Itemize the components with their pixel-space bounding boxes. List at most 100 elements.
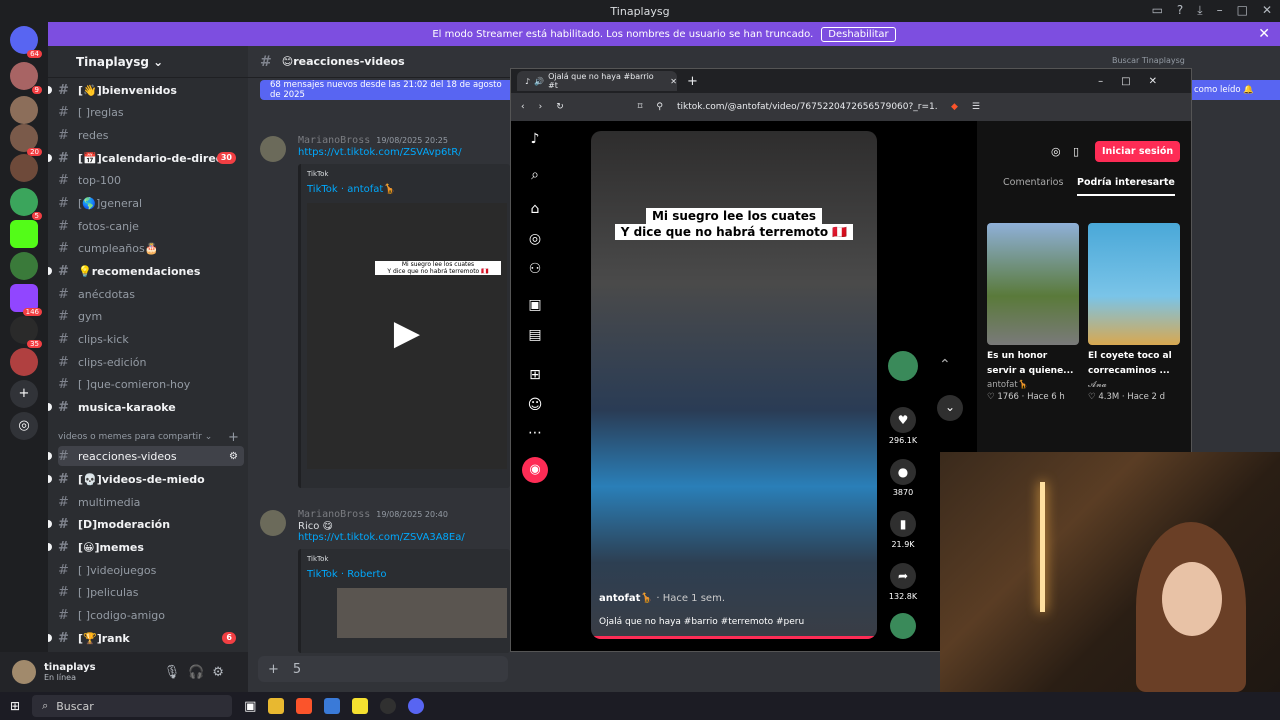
server-icon[interactable] xyxy=(10,96,38,124)
search-input[interactable]: Buscar Tinaplaysg xyxy=(1112,56,1185,65)
maximize-button[interactable]: □ xyxy=(1237,3,1248,18)
twitch-server-icon[interactable]: 146 xyxy=(10,284,42,316)
browser-tab[interactable]: ♪ 🔊 Ojalá que no haya #barrio #t ✕ xyxy=(517,71,677,91)
related-video-card[interactable]: Es un honor servir a quiene... antofat🦒 … xyxy=(987,223,1079,402)
get-app-icon[interactable]: ◉ xyxy=(522,457,548,483)
home-server-icon[interactable]: 64 xyxy=(10,26,42,58)
speaker-icon[interactable]: 🔊 xyxy=(534,77,544,86)
kick-server-icon[interactable] xyxy=(10,220,38,248)
inbox-icon[interactable]: ▭ xyxy=(1152,3,1163,18)
channel-item[interactable]: # [ ]videojuegos xyxy=(58,560,244,580)
window-controls[interactable]: –□✕ xyxy=(1098,76,1175,87)
music-disc[interactable] xyxy=(881,613,925,642)
video-author[interactable]: antofat🦒 · Hace 1 sem. xyxy=(599,593,725,604)
channel-item[interactable]: # musica-karaoke xyxy=(48,397,244,417)
brave-shield-icon[interactable]: ◆ xyxy=(951,102,958,112)
channel-item[interactable]: # cumpleaños🎂 xyxy=(58,238,244,258)
channel-item[interactable]: # top-100 xyxy=(58,170,244,190)
add-channel-icon[interactable]: + xyxy=(228,430,239,445)
creator-avatar[interactable] xyxy=(881,351,925,384)
related-author[interactable]: 𝓐𝓷𝓪 xyxy=(1088,380,1180,390)
close-tab-icon[interactable]: ✕ xyxy=(670,77,677,86)
channel-item[interactable]: # [D]moderación xyxy=(48,514,244,534)
explore-icon[interactable]: ◎ xyxy=(525,231,545,251)
login-button[interactable]: Iniciar sesión xyxy=(1095,141,1181,162)
message-author[interactable]: MarianoBross xyxy=(298,509,370,520)
tab-related[interactable]: Podría interesarte xyxy=(1077,177,1175,196)
back-icon[interactable]: ‹ xyxy=(521,102,525,112)
save-button[interactable]: ▮ 21.9K xyxy=(881,511,925,549)
close-button[interactable]: ✕ xyxy=(1262,3,1272,18)
server-icon[interactable]: 35 xyxy=(10,316,42,348)
task-view-icon[interactable]: ▣ xyxy=(244,699,256,714)
taskbar-search[interactable]: ⌕ Buscar xyxy=(32,695,233,717)
channel-item[interactable]: # [ ]peliculas xyxy=(58,582,244,602)
gear-icon[interactable]: ⚙ xyxy=(212,665,224,680)
extensions-icon[interactable]: ☰ xyxy=(972,102,980,112)
avatar[interactable] xyxy=(12,660,36,684)
windows-start-icon[interactable]: ⊞ xyxy=(10,699,20,713)
like-button[interactable]: ♥ 296.1K xyxy=(881,407,925,445)
category-header[interactable]: videos o memes para compartir ⌄ xyxy=(58,432,212,442)
message-link[interactable]: https://vt.tiktok.com/ZSVA3A8Ea/ xyxy=(298,532,510,543)
sticky-notes-icon[interactable] xyxy=(352,698,369,714)
channel-item[interactable]: # [🌎]general xyxy=(58,193,244,213)
channel-item[interactable]: # 💡recomendaciones xyxy=(48,261,244,281)
tab-comments[interactable]: Comentarios xyxy=(1003,177,1063,188)
message-input[interactable]: + 5 xyxy=(258,656,508,682)
search-icon[interactable]: ⌕ xyxy=(525,167,545,187)
channel-item[interactable]: # [😀]memes xyxy=(48,537,244,557)
bookmark-icon[interactable]: ⌑ xyxy=(638,102,643,112)
channel-item[interactable]: # [ ]reglas xyxy=(58,102,244,122)
discord-icon[interactable] xyxy=(408,698,425,714)
progress-bar[interactable] xyxy=(591,636,877,639)
download-icon[interactable]: ⤓ xyxy=(1197,3,1202,18)
channel-item[interactable]: # redes xyxy=(58,125,244,145)
minimize-button[interactable]: – xyxy=(1217,3,1223,18)
reload-icon[interactable]: ↻ xyxy=(556,102,564,112)
site-info-icon[interactable]: ⚲ xyxy=(656,102,663,112)
channel-item[interactable]: # [ ]que-comieron-hoy xyxy=(58,374,244,394)
chevron-down-icon[interactable]: ⌄ xyxy=(937,395,963,421)
channel-item[interactable]: # [📅]calendario-de-directo 30 xyxy=(48,148,244,168)
help-icon[interactable]: ? xyxy=(1177,3,1183,18)
tiktok-logo-icon[interactable]: ♪ xyxy=(525,131,545,151)
close-icon[interactable]: ✕ xyxy=(1258,26,1270,42)
mark-read-button[interactable]: como leído 🔔 xyxy=(1192,80,1280,100)
compass-icon[interactable]: ◎ xyxy=(1051,145,1061,158)
server-icon[interactable] xyxy=(10,252,38,280)
message-author[interactable]: MarianoBross xyxy=(298,135,370,146)
embed-title[interactable]: TikTok · antofat🦒 xyxy=(307,184,504,195)
app-icon[interactable] xyxy=(324,698,341,714)
following-icon[interactable]: ⚇ xyxy=(525,261,545,281)
server-name[interactable]: Tinaplaysg ⌄ xyxy=(48,46,248,78)
settings-icon[interactable]: ⚙ xyxy=(229,451,238,462)
embed-video-thumbnail[interactable]: Mi suegro lee los cuates Y dice que no ha… xyxy=(307,203,507,469)
server-icon[interactable] xyxy=(10,348,38,376)
related-video-card[interactable]: El coyete toco al correcaminos ... 𝓐𝓷𝓪 ♡… xyxy=(1088,223,1180,402)
channel-item[interactable]: # [ ]codigo-amigo xyxy=(58,605,244,625)
profile-icon[interactable]: ☺ xyxy=(525,397,545,417)
phone-icon[interactable]: ▯ xyxy=(1073,145,1079,158)
discover-icon[interactable]: ◎ xyxy=(10,412,38,440)
server-icon[interactable]: 20 xyxy=(10,124,42,156)
video-player[interactable]: Mi suegro lee los cuates Y dice que no h… xyxy=(591,131,877,639)
channel-item[interactable]: # clips-edición xyxy=(58,352,244,372)
home-icon[interactable]: ⌂ xyxy=(525,201,545,221)
file-explorer-icon[interactable] xyxy=(268,698,285,714)
add-attachment-icon[interactable]: + xyxy=(268,662,279,677)
channel-item-active[interactable]: # reacciones-videos ⚙ xyxy=(48,446,244,466)
url-field[interactable]: tiktok.com/@antofat/video/76752204726565… xyxy=(677,102,937,112)
embed-video-thumbnail[interactable] xyxy=(337,588,507,638)
message-link[interactable]: https://vt.tiktok.com/ZSVAvp6tR/ xyxy=(298,147,510,158)
channel-item[interactable]: # [💀]videos-de-miedo xyxy=(48,469,244,489)
brave-browser-icon[interactable] xyxy=(296,698,313,714)
server-icon[interactable] xyxy=(10,154,38,182)
channel-item[interactable]: # clips-kick xyxy=(58,329,244,349)
more-icon[interactable]: ⋯ xyxy=(525,425,545,445)
channel-item[interactable]: # [🏆]rank 6 xyxy=(48,628,244,648)
microphone-icon[interactable]: 🎙 xyxy=(164,665,181,680)
related-thumbnail[interactable] xyxy=(1088,223,1180,345)
embed-title[interactable]: TikTok · Roberto xyxy=(307,569,504,580)
avatar[interactable] xyxy=(260,510,286,536)
